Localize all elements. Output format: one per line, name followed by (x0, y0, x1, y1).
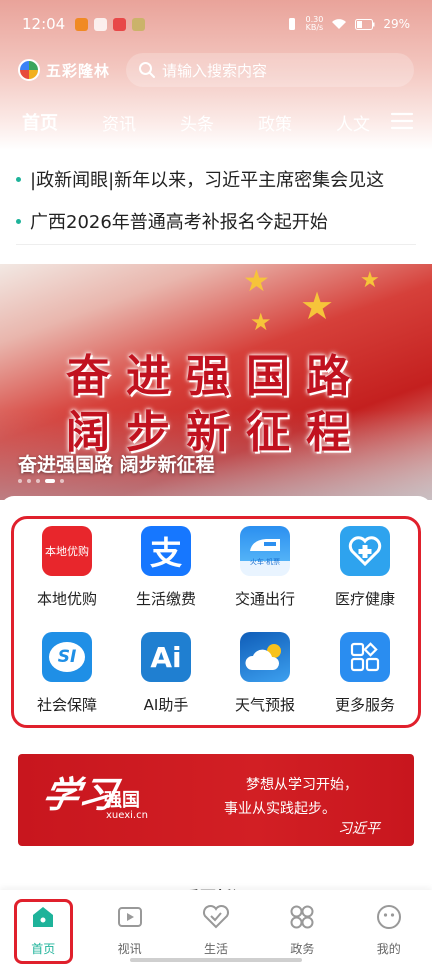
tab-news[interactable]: 资讯 (102, 110, 136, 135)
search-input[interactable]: 请输入搜索内容 (126, 53, 414, 87)
tab-headlines[interactable]: 头条 (180, 110, 214, 135)
service-local-shopping[interactable]: 本地优购 本地优购 (17, 526, 117, 609)
heart-cross-icon (348, 536, 382, 566)
sun-cloud-icon (245, 644, 281, 670)
star-icon: ★ (300, 284, 335, 328)
social-security-icon: SI (42, 632, 92, 682)
app-screen: { "status_bar": { "time": "12:04", "net_… (0, 0, 432, 964)
life-heart-icon (201, 902, 231, 932)
carousel-indicator (18, 479, 64, 483)
tabbar-profile[interactable]: 我的 (346, 890, 432, 964)
tabbar-home[interactable]: 首页 (0, 890, 86, 964)
tab-culture[interactable]: 人文 (336, 110, 370, 135)
home-icon (28, 902, 58, 932)
star-icon: ★ (360, 268, 380, 293)
local-shopping-icon: 本地优购 (42, 526, 92, 576)
service-healthcare[interactable]: 医疗健康 (315, 526, 415, 609)
tabbar-government[interactable]: 政务 (259, 890, 345, 964)
carousel-dot (27, 479, 31, 483)
alipay-icon: 支 (141, 526, 191, 576)
wifi-icon (332, 19, 347, 29)
ai-assistant-icon: Ai (141, 632, 191, 682)
news-ticker: |政新闻眼|新年以来，习近平主席密集会见这 广西2026年普通高考补报名今起开始 (0, 158, 432, 242)
carousel-dot (18, 479, 22, 483)
service-transport[interactable]: 火车·机票 交通出行 (215, 526, 315, 609)
tabbar-life[interactable]: 生活 (173, 890, 259, 964)
status-bar: 12:04 0.30 KB/s 29% (0, 0, 432, 48)
carousel-dot-active (45, 479, 55, 483)
service-weather[interactable]: 天气预报 (215, 632, 315, 715)
service-ai-assistant[interactable]: Ai AI助手 (116, 632, 216, 715)
notification-app-icon (132, 17, 146, 31)
banner-caption: 奋进强国路 阔步新征程 (18, 454, 215, 476)
notification-app-icon (75, 17, 89, 31)
search-icon (139, 62, 156, 78)
xuexi-promo-banner[interactable]: 学习 强国 xuexi.cn 梦想从学习开始， 事业从实践起步。 习近平 (18, 754, 414, 846)
status-right: 0.30 KB/s 29% (286, 16, 410, 32)
banner-headline-line1: 奋进强国路 (66, 351, 366, 402)
promo-domain: xuexi.cn (106, 810, 148, 821)
status-time: 12:04 (22, 15, 66, 33)
app-logo[interactable]: 五彩隆林 (18, 59, 110, 81)
ticker-text: |政新闻眼|新年以来，习近平主席密集会见这 (30, 170, 385, 191)
star-icon: ★ (250, 308, 272, 336)
vibrate-icon (288, 18, 295, 30)
search-row: 五彩隆林 请输入搜索内容 (0, 52, 432, 88)
gesture-bar (130, 958, 302, 962)
grid-icon (350, 642, 380, 672)
train-icon: 火车·机票 (240, 526, 290, 576)
battery-percent: 29% (383, 17, 410, 31)
profile-icon (374, 902, 404, 932)
government-services-icon (287, 902, 317, 932)
promo-brand: 强国 (104, 790, 140, 811)
tab-home[interactable]: 首页 (22, 109, 58, 135)
ticker-item[interactable]: |政新闻眼|新年以来，习近平主席密集会见这 (0, 158, 432, 200)
promo-signature: 习近平 (338, 821, 380, 837)
service-social-security[interactable]: SI 社会保障 (17, 632, 117, 715)
star-icon: ★ (243, 264, 270, 299)
more-services-icon (340, 632, 390, 682)
carousel-dot (60, 479, 64, 483)
bottom-tab-bar: 首页 视讯 生活 政务 我的 (0, 890, 432, 964)
net-speed: 0.30 KB/s (305, 15, 324, 32)
bullet-dot (16, 218, 21, 224)
carousel-dot (36, 479, 40, 483)
ticker-text: 广西2026年普通高考补报名今起开始 (30, 212, 328, 233)
category-tabs: 首页 资讯 头条 政策 人文 (0, 104, 432, 140)
divider (16, 244, 416, 245)
menu-icon[interactable] (390, 110, 414, 132)
service-more[interactable]: 更多服务 (315, 632, 415, 715)
tab-policy[interactable]: 政策 (258, 110, 292, 135)
promo-motto-line1: 梦想从学习开始， (246, 777, 358, 793)
notification-app-icon (113, 17, 127, 31)
bullet-dot (16, 176, 21, 182)
service-grid: 本地优购 本地优购 支 生活缴费 火车·机票 交通出行 医疗健康 SI 社会保障 (0, 496, 432, 746)
hero-banner[interactable]: ★ ★ ★ ★ 奋进强国路 阔步新征程 奋进强国路 阔步新征程 (0, 264, 432, 500)
logo-mark-icon (18, 59, 40, 81)
video-icon (115, 902, 145, 932)
medical-heart-icon (340, 526, 390, 576)
battery-icon (355, 18, 375, 30)
weather-icon (240, 632, 290, 682)
service-bill-payment[interactable]: 支 生活缴费 (116, 526, 216, 609)
notification-app-icon (94, 17, 108, 31)
search-placeholder: 请输入搜索内容 (162, 61, 268, 80)
promo-motto-line2: 事业从实践起步。 (224, 801, 336, 817)
tabbar-video[interactable]: 视讯 (86, 890, 172, 964)
app-name: 五彩隆林 (46, 61, 111, 80)
train-shape-icon (250, 538, 280, 551)
ticker-item[interactable]: 广西2026年普通高考补报名今起开始 (0, 200, 432, 242)
